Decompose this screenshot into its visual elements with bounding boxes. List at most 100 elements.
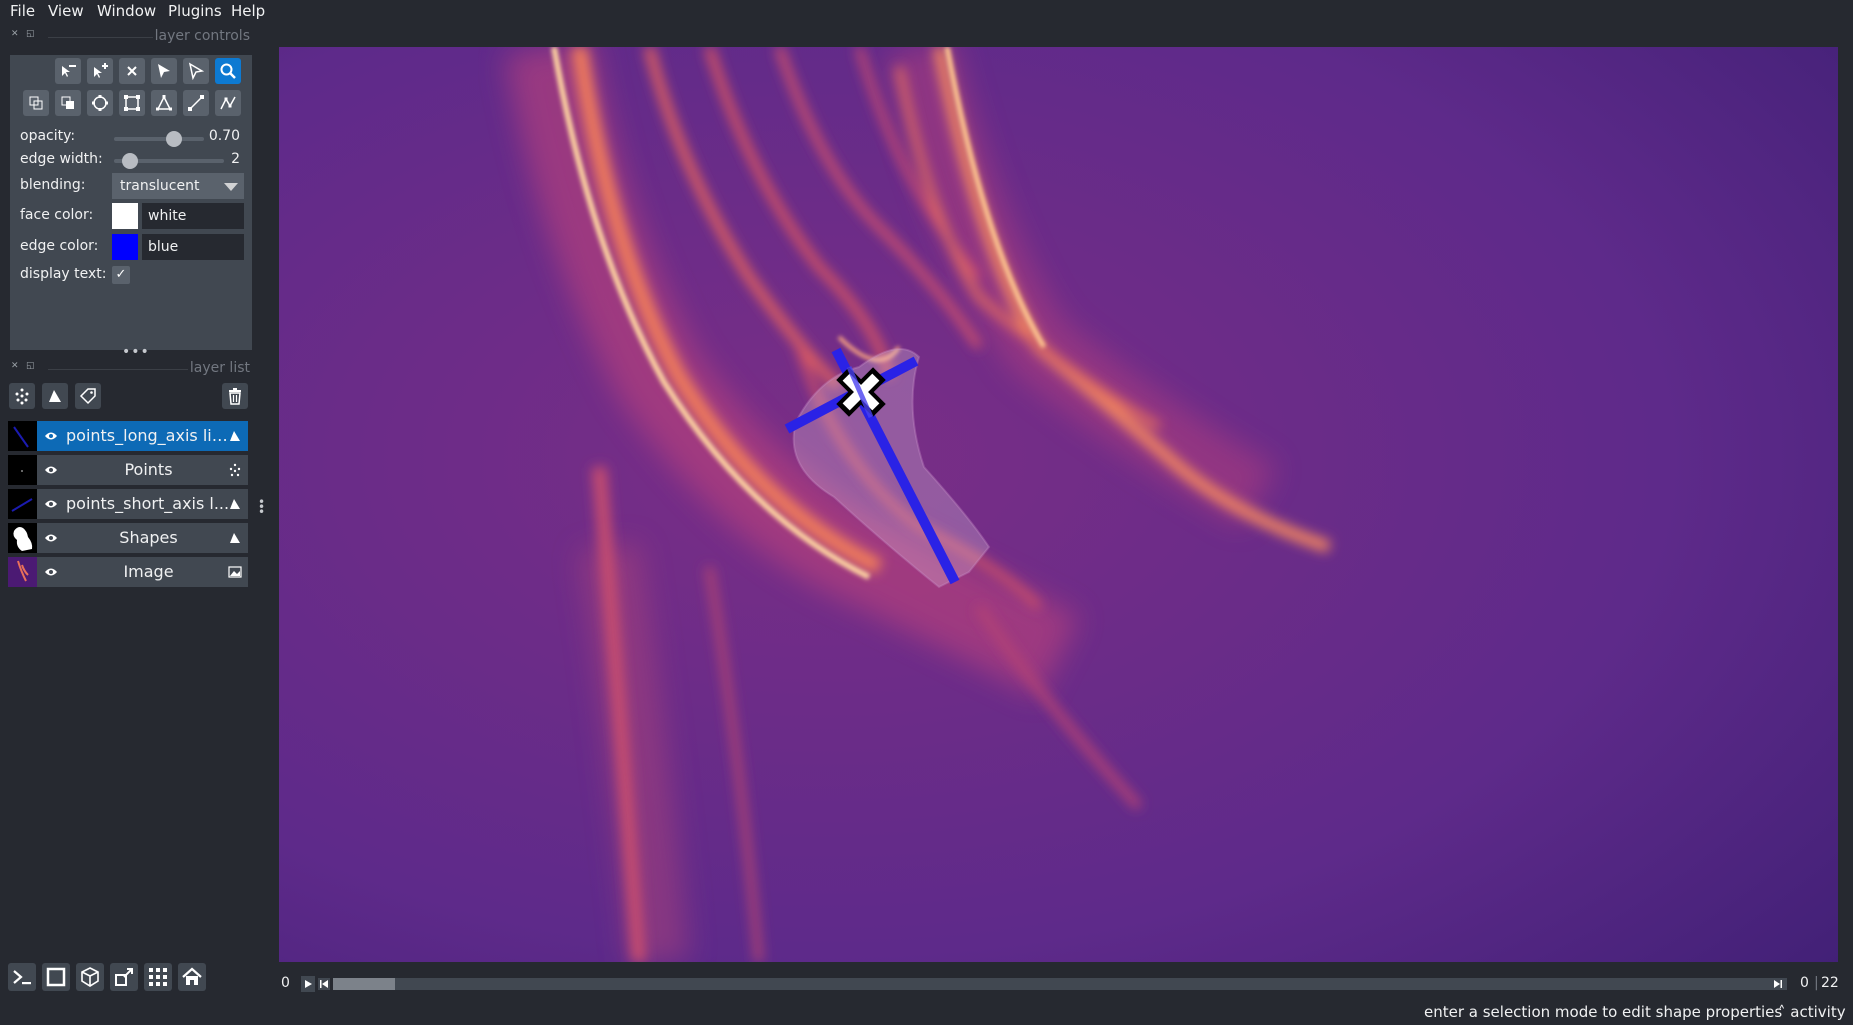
layer-row-points-short-axis-line[interactable]: points_short_axis l... — [8, 489, 248, 519]
play-icon[interactable] — [301, 976, 315, 992]
opacity-label: opacity: — [20, 128, 76, 144]
pan-zoom-button[interactable] — [215, 58, 241, 84]
visibility-eye-icon[interactable] — [44, 430, 58, 442]
step-back-icon[interactable] — [318, 978, 330, 990]
add-vertex-button[interactable] — [87, 58, 113, 84]
toggle-ndisplay-button[interactable] — [42, 963, 70, 991]
menu-help[interactable]: Help — [231, 2, 265, 20]
add-path-button[interactable] — [215, 90, 241, 116]
edge-color-label: edge color: — [20, 238, 99, 254]
layer-row-image[interactable]: Image — [8, 557, 248, 587]
shapes-layer-icon — [230, 533, 240, 543]
console-button[interactable] — [8, 963, 36, 991]
select-shapes-button[interactable] — [151, 58, 177, 84]
edge-color-swatch[interactable] — [112, 234, 138, 260]
menu-view[interactable]: View — [48, 2, 84, 20]
layer-thumbnail — [8, 455, 37, 485]
roll-dimensions-button[interactable] — [76, 963, 104, 991]
delete-layer-button[interactable] — [222, 383, 248, 409]
direct-select-button[interactable] — [183, 58, 209, 84]
close-dock-icon[interactable]: ✕ — [11, 361, 19, 371]
display-text-label: display text: — [20, 266, 107, 282]
image-layer-icon — [228, 566, 242, 578]
layer-row-shapes[interactable]: Shapes — [8, 523, 248, 553]
ellipse-icon — [92, 95, 108, 111]
home-icon — [182, 967, 202, 985]
dims-slider-handle[interactable] — [333, 978, 395, 990]
layer-name[interactable]: points_short_axis l... — [66, 494, 231, 513]
menu-file[interactable]: File — [10, 2, 35, 20]
layer-thumbnail — [8, 421, 37, 451]
remove-vertex-button[interactable] — [55, 58, 81, 84]
menu-window[interactable]: Window — [97, 2, 156, 20]
visibility-eye-icon[interactable] — [44, 498, 58, 510]
edge-color-field[interactable]: blue — [142, 234, 244, 260]
dock-splitter-handle[interactable]: ••• — [122, 345, 149, 359]
chevron-down-icon — [224, 183, 238, 191]
layer-name[interactable]: Shapes — [66, 528, 231, 547]
blending-dropdown[interactable]: translucent — [112, 173, 244, 199]
new-shapes-layer-button[interactable] — [42, 383, 68, 409]
activity-button[interactable]: ˄ activity — [1778, 1003, 1846, 1021]
viewer-canvas[interactable] — [279, 47, 1838, 962]
display-text-checkbox[interactable]: ✓ — [112, 266, 130, 284]
float-dock-icon[interactable]: ◱ — [26, 29, 35, 39]
close-dock-icon[interactable]: ✕ — [11, 29, 19, 39]
title-rule — [48, 369, 188, 370]
layer-name[interactable]: Image — [66, 562, 231, 581]
grid-icon — [149, 968, 167, 986]
add-line-button[interactable] — [183, 90, 209, 116]
edge-width-slider[interactable] — [114, 153, 224, 169]
reset-view-button[interactable] — [178, 963, 206, 991]
menu-bar: File View Window Plugins Help — [0, 0, 1853, 24]
shapes-icon — [49, 390, 61, 402]
move-back-button[interactable] — [23, 90, 49, 116]
layer-list-splitter-handle[interactable]: • • • — [258, 496, 265, 518]
dims-slider-track[interactable] — [333, 978, 1787, 990]
layer-name[interactable]: points_long_axis line — [66, 426, 231, 445]
remove-vertex-icon — [62, 65, 76, 77]
edge-color-value: blue — [148, 239, 179, 255]
transpose-dimensions-button[interactable] — [110, 963, 138, 991]
path-icon — [220, 96, 236, 110]
cube-icon — [81, 967, 99, 987]
face-color-field[interactable]: white — [142, 203, 244, 229]
blending-label: blending: — [20, 177, 86, 193]
layer-list-titlebar: ✕ ◱ layer list — [8, 359, 250, 379]
layer-row-points-long-axis-line[interactable]: points_long_axis line — [8, 421, 248, 451]
visibility-eye-icon[interactable] — [44, 566, 58, 578]
face-color-swatch[interactable] — [112, 203, 138, 229]
delete-shape-button[interactable] — [119, 58, 145, 84]
add-rectangle-button[interactable] — [119, 90, 145, 116]
visibility-eye-icon[interactable] — [44, 532, 58, 544]
shapes-layer-icon — [230, 431, 240, 441]
new-labels-layer-button[interactable] — [75, 383, 101, 409]
grid-view-button[interactable] — [144, 963, 172, 991]
edge-width-value: 2 — [231, 151, 240, 167]
direct-select-icon — [188, 62, 205, 80]
menu-plugins[interactable]: Plugins — [168, 2, 222, 20]
edge-width-slider-thumb[interactable] — [121, 153, 138, 169]
dims-current-value: 0 — [1800, 975, 1809, 991]
opacity-slider-thumb[interactable] — [165, 131, 182, 147]
opacity-value: 0.70 — [208, 128, 240, 144]
step-forward-icon[interactable] — [1772, 978, 1784, 990]
polygon-icon — [156, 95, 172, 111]
float-dock-icon[interactable]: ◱ — [26, 361, 35, 371]
visibility-eye-icon[interactable] — [44, 464, 58, 476]
dims-slider-bar: 0 0 | 22 — [279, 972, 1839, 996]
move-front-button[interactable] — [55, 90, 81, 116]
opacity-slider[interactable] — [114, 131, 204, 147]
dims-separator: | — [1814, 975, 1819, 991]
delete-icon — [127, 66, 137, 76]
rectangle-icon — [124, 95, 140, 111]
layer-row-points[interactable]: Points — [8, 455, 248, 485]
new-points-layer-button[interactable] — [9, 383, 35, 409]
layer-name[interactable]: Points — [66, 460, 231, 479]
points-layer-icon — [229, 463, 241, 477]
image-layer-render — [279, 47, 1838, 962]
add-polygon-button[interactable] — [151, 90, 177, 116]
add-ellipse-button[interactable] — [87, 90, 113, 116]
face-color-label: face color: — [20, 207, 94, 223]
points-icon — [15, 388, 29, 405]
